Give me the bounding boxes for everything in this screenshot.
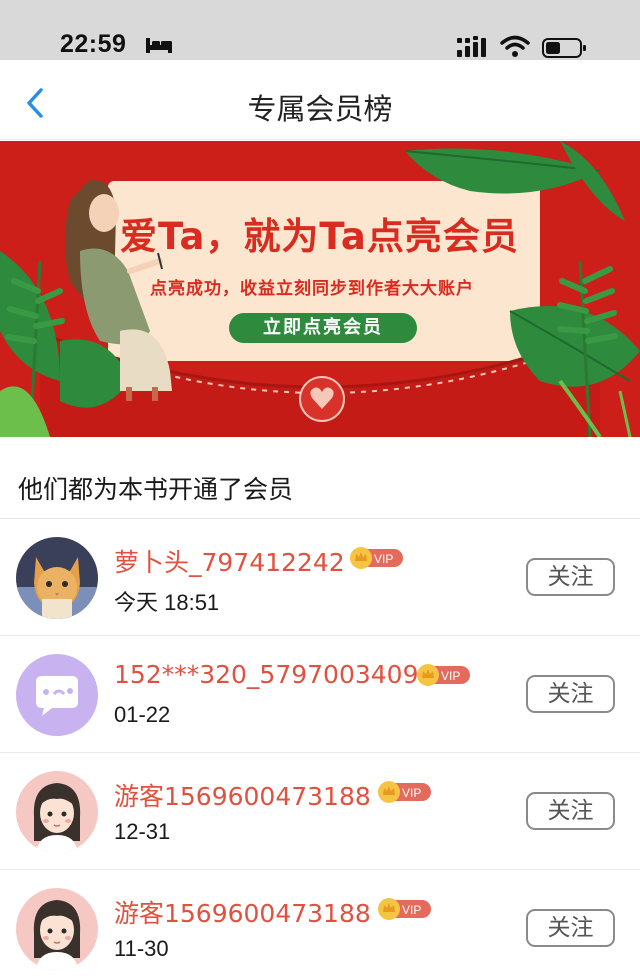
banner-headline: 爱Ta，就为Ta点亮会员 [120,215,519,258]
membership-banner[interactable]: 爱Ta，就为Ta点亮会员 点亮成功，收益立刻同步到作者大大账户 立即点亮会员 [0,141,640,439]
list-item[interactable]: 152***320_5797003409 VIP 01-22 关注 [0,636,640,753]
cellular-signal-icon [457,36,486,57]
vip-badge-icon: VIP [417,664,470,686]
follow-button[interactable]: 关注 [526,792,615,830]
list-item[interactable]: 游客1569600473188 VIP 11-30 关注 [0,870,640,976]
vip-badge-text: VIP [441,669,460,683]
member-name[interactable]: 游客1569600473188 [114,894,371,930]
avatar[interactable] [16,537,98,619]
follow-button[interactable]: 关注 [526,675,615,713]
avatar[interactable] [16,888,98,970]
vip-badge-text: VIP [374,552,393,566]
member-name[interactable]: 萝卜头_797412242 [114,543,345,579]
member-name[interactable]: 152***320_5797003409 [114,660,419,689]
member-name[interactable]: 游客1569600473188 [114,777,371,813]
navigation-bar: 专属会员榜 [0,60,640,140]
avatar[interactable] [16,771,98,853]
page: 22:59 专属会员榜 爱Ta，就为Ta点亮会员 点亮成功，收益立刻同步到作者大… [0,0,640,976]
member-time: 01-22 [114,702,171,727]
vip-badge-icon: VIP [378,898,431,920]
member-time: 今天 18:51 [114,590,220,615]
vip-badge-text: VIP [402,903,421,917]
wifi-icon [500,35,530,57]
section-title: 他们都为本书开通了会员 [18,475,294,504]
follow-button[interactable]: 关注 [526,558,615,596]
list-item[interactable]: 游客1569600473188 VIP 12-31 关注 [0,753,640,870]
avatar[interactable] [16,654,98,736]
page-title: 专属会员榜 [247,92,393,126]
follow-button[interactable]: 关注 [526,909,615,947]
member-time: 12-31 [114,819,171,844]
member-list: 萝卜头_797412242 VIP 今天 18:51 关注 152***320_… [0,519,640,976]
sleep-mode-icon [146,38,172,53]
vip-badge-icon: VIP [378,781,431,803]
vip-badge-text: VIP [402,786,421,800]
status-bar: 22:59 [0,0,640,60]
banner-subtitle: 点亮成功，收益立刻同步到作者大大账户 [150,279,474,299]
light-up-membership-button[interactable]: 立即点亮会员 [229,313,417,343]
member-time: 11-30 [114,936,169,961]
vip-badge-icon: VIP [350,547,403,569]
battery-icon [542,38,586,58]
list-item[interactable]: 萝卜头_797412242 VIP 今天 18:51 关注 [0,519,640,636]
status-time: 22:59 [60,30,127,58]
